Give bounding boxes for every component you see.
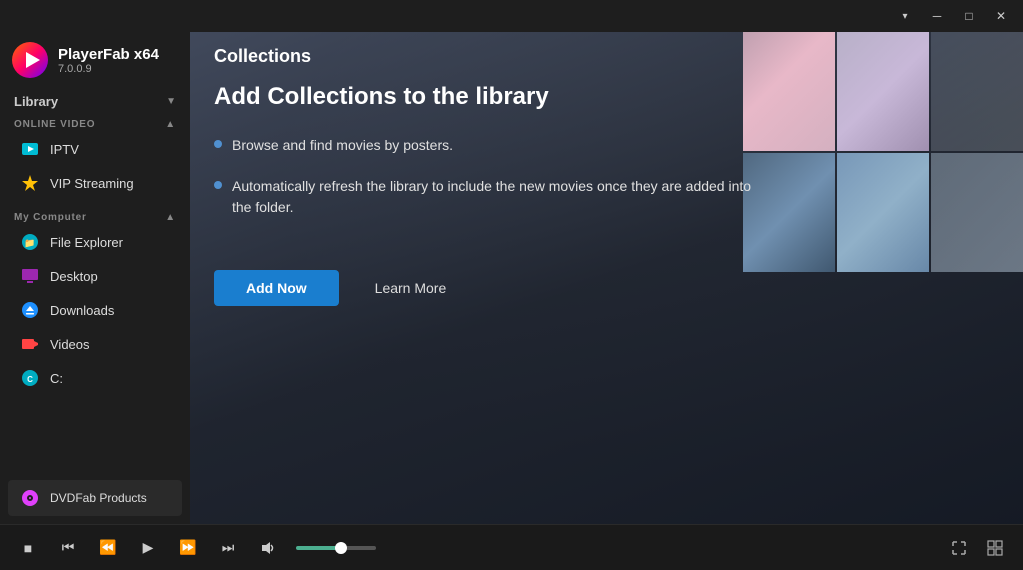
volume-slider[interactable] <box>296 546 376 550</box>
fullscreen-button[interactable] <box>947 536 971 560</box>
sidebar: PlayerFab x64 7.0.0.9 Library ▼ ONLINE V… <box>0 32 190 524</box>
iptv-label: IPTV <box>50 142 79 157</box>
content-overlay: Collections Add Collections to the libra… <box>190 32 1023 524</box>
volume-button[interactable] <box>256 536 280 560</box>
logo-name: PlayerFab x64 <box>58 46 159 63</box>
main-layout: PlayerFab x64 7.0.0.9 Library ▼ ONLINE V… <box>0 32 1023 524</box>
feature-item-2: Automatically refresh the library to inc… <box>214 176 774 218</box>
app-logo: PlayerFab x64 7.0.0.9 <box>0 32 190 88</box>
stop-button[interactable]: ■ <box>16 536 40 560</box>
feature-text-2: Automatically refresh the library to inc… <box>232 176 774 218</box>
online-video-label: ONLINE VIDEO <box>14 119 95 130</box>
volume-icon <box>260 540 276 556</box>
desktop-icon <box>20 266 40 286</box>
dvdfab-label: DVDFab Products <box>50 491 147 505</box>
feature-list: Browse and find movies by posters. Autom… <box>214 135 774 238</box>
player-controls: ■ ⏮ ⏪ ▶ ⏩ ⏭ <box>16 536 376 560</box>
sidebar-item-iptv[interactable]: IPTV <box>0 132 190 166</box>
sidebar-item-downloads[interactable]: Downloads <box>0 293 190 327</box>
fast-forward-button[interactable]: ⏩ <box>176 536 200 560</box>
learn-more-button[interactable]: Learn More <box>355 270 467 306</box>
svg-text:📁: 📁 <box>24 238 35 248</box>
downloads-label: Downloads <box>50 303 114 318</box>
downloads-icon <box>20 300 40 320</box>
action-buttons: Add Now Learn More <box>214 270 999 306</box>
title-bar-controls: ─ □ ✕ <box>923 6 1015 26</box>
feature-item-1: Browse and find movies by posters. <box>214 135 774 156</box>
close-button[interactable]: ✕ <box>987 6 1015 26</box>
dvdfab-icon <box>20 488 40 508</box>
minimize-button[interactable]: ─ <box>923 6 951 26</box>
sidebar-item-desktop[interactable]: Desktop <box>0 259 190 293</box>
skip-back-button[interactable]: ⏮ <box>56 536 80 560</box>
library-section[interactable]: Library ▼ <box>0 88 190 115</box>
player-right-controls <box>947 536 1007 560</box>
library-label: Library <box>14 94 58 109</box>
logo-text: PlayerFab x64 7.0.0.9 <box>58 46 159 75</box>
iptv-icon <box>20 139 40 159</box>
volume-area[interactable] <box>296 546 376 550</box>
grid-view-button[interactable] <box>983 536 1007 560</box>
file-explorer-label: File Explorer <box>50 235 123 250</box>
videos-label: Videos <box>50 337 90 352</box>
c-drive-icon: C <box>20 368 40 388</box>
title-bar: ▾ ─ □ ✕ <box>0 0 1023 32</box>
file-explorer-icon: 📁 <box>20 232 40 252</box>
add-now-button[interactable]: Add Now <box>214 270 339 306</box>
player-bar: ■ ⏮ ⏪ ▶ ⏩ ⏭ <box>0 524 1023 570</box>
maximize-button[interactable]: □ <box>955 6 983 26</box>
sidebar-item-vip-streaming[interactable]: VIP Streaming <box>0 166 190 200</box>
collection-title: Add Collections to the library <box>214 83 814 111</box>
app-logo-icon <box>12 42 48 78</box>
library-arrow: ▼ <box>166 96 176 107</box>
my-computer-label: My Computer <box>14 212 87 223</box>
skip-forward-button[interactable]: ⏭ <box>216 536 240 560</box>
videos-icon <box>20 334 40 354</box>
play-button[interactable]: ▶ <box>136 536 160 560</box>
bullet-1 <box>214 140 222 148</box>
vip-streaming-label: VIP Streaming <box>50 176 134 191</box>
rewind-button[interactable]: ⏪ <box>96 536 120 560</box>
online-video-category[interactable]: ONLINE VIDEO ▲ <box>0 115 190 132</box>
svg-text:C: C <box>27 375 33 384</box>
dvdfab-products-button[interactable]: DVDFab Products <box>8 480 182 516</box>
c-drive-label: C: <box>50 371 63 386</box>
title-bar-dropdown[interactable]: ▾ <box>895 6 915 26</box>
volume-thumb <box>335 542 347 554</box>
online-video-arrow: ▲ <box>165 119 176 130</box>
content-area: Collections Add Collections to the libra… <box>190 32 1023 524</box>
my-computer-category[interactable]: My Computer ▲ <box>0 208 190 225</box>
sidebar-item-c-drive[interactable]: C C: <box>0 361 190 395</box>
my-computer-arrow: ▲ <box>165 212 176 223</box>
sidebar-item-file-explorer[interactable]: 📁 File Explorer <box>0 225 190 259</box>
logo-version: 7.0.0.9 <box>58 63 159 75</box>
sidebar-item-videos[interactable]: Videos <box>0 327 190 361</box>
page-title: Collections <box>214 46 999 67</box>
desktop-label: Desktop <box>50 269 98 284</box>
vip-streaming-icon <box>20 173 40 193</box>
feature-text-1: Browse and find movies by posters. <box>232 135 453 156</box>
bullet-2 <box>214 181 222 189</box>
fullscreen-icon <box>951 540 967 556</box>
grid-icon <box>987 540 1003 556</box>
